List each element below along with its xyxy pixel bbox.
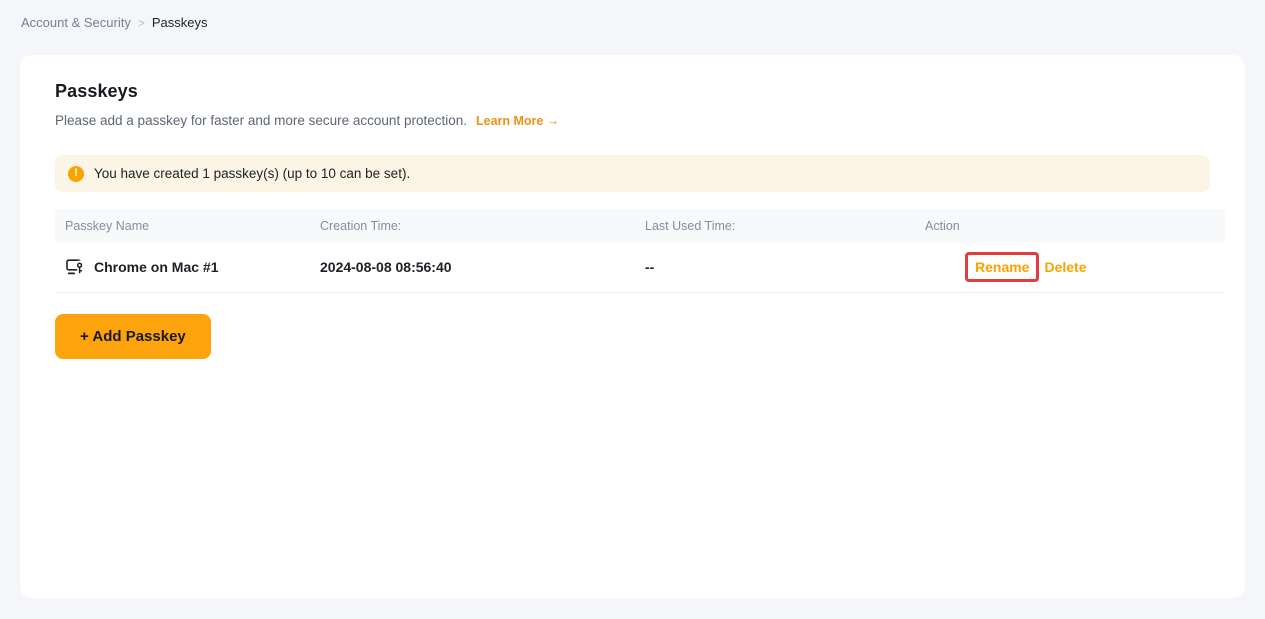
- breadcrumb-separator: >: [137, 15, 145, 30]
- table-row: Chrome on Mac #1 2024-08-08 08:56:40 -- …: [55, 242, 1225, 293]
- alert-circle-icon: !: [68, 165, 84, 182]
- passkey-name-cell: Chrome on Mac #1: [55, 257, 310, 277]
- learn-more-link[interactable]: Learn More →: [476, 114, 559, 128]
- passkey-count-banner: ! You have created 1 passkey(s) (up to 1…: [55, 155, 1210, 192]
- breadcrumb-account-security[interactable]: Account & Security: [21, 15, 131, 30]
- action-cell: Rename Delete: [915, 252, 1225, 282]
- delete-button[interactable]: Delete: [1044, 259, 1086, 275]
- passkey-device-icon: [65, 257, 85, 277]
- page-description: Please add a passkey for faster and more…: [55, 113, 1210, 128]
- breadcrumb-passkeys: Passkeys: [151, 15, 208, 30]
- last-used-time-cell: --: [645, 259, 655, 275]
- passkey-name: Chrome on Mac #1: [94, 259, 219, 275]
- passkeys-card: Passkeys Please add a passkey for faster…: [20, 55, 1245, 598]
- header-creation-time: Creation Time:: [320, 218, 402, 233]
- passkeys-table: Passkey Name Creation Time: Last Used Ti…: [55, 209, 1225, 293]
- rename-button[interactable]: Rename: [975, 259, 1029, 275]
- banner-text: You have created 1 passkey(s) (up to 10 …: [94, 166, 411, 181]
- annotation-highlight-box: Rename: [965, 252, 1040, 282]
- table-header-row: Passkey Name Creation Time: Last Used Ti…: [55, 209, 1225, 242]
- header-passkey-name: Passkey Name: [65, 218, 150, 233]
- page-description-text: Please add a passkey for faster and more…: [55, 113, 467, 128]
- add-passkey-button[interactable]: + Add Passkey: [55, 314, 211, 359]
- breadcrumb: Account & Security > Passkeys: [0, 0, 1265, 30]
- header-action: Action: [925, 218, 960, 233]
- header-last-used-time: Last Used Time:: [645, 218, 736, 233]
- creation-time-cell: 2024-08-08 08:56:40: [320, 259, 452, 275]
- page-title: Passkeys: [55, 81, 138, 101]
